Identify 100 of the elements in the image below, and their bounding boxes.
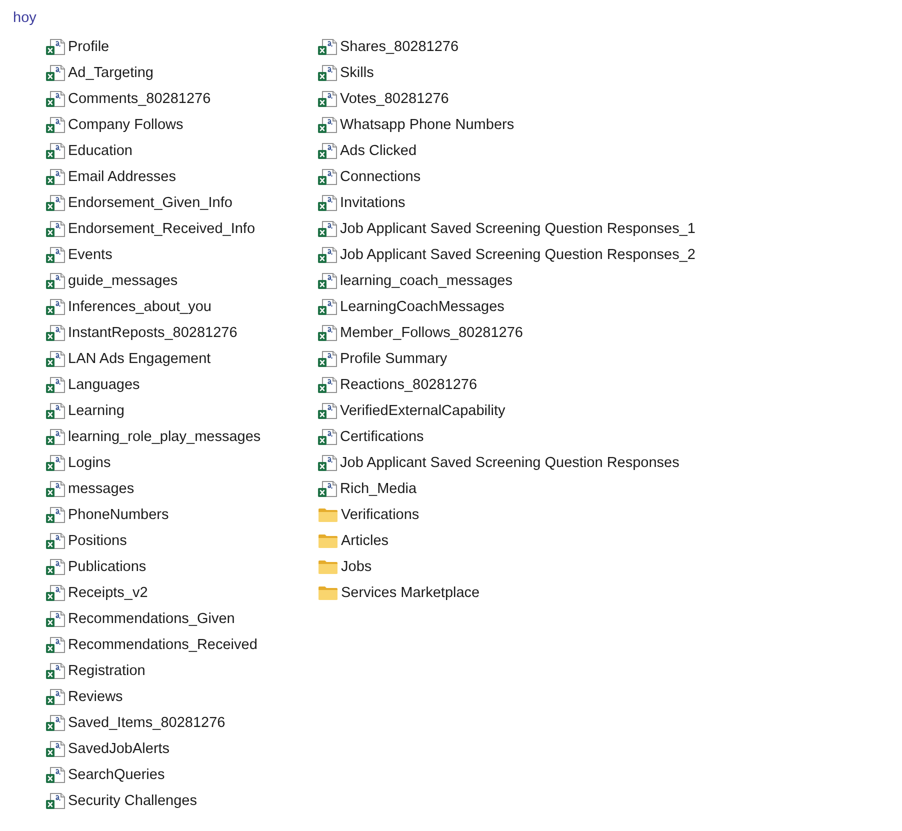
file-item[interactable]: Receipts_v2: [46, 580, 148, 606]
spreadsheet-file-icon: [318, 195, 337, 211]
file-item[interactable]: Profile: [46, 34, 110, 60]
file-item[interactable]: Reviews: [46, 684, 123, 710]
file-item[interactable]: Votes_80281276: [318, 86, 449, 112]
spreadsheet-file-icon: [46, 611, 65, 627]
file-item[interactable]: Job Applicant Saved Screening Question Responses: [318, 450, 680, 476]
spreadsheet-file-icon: [46, 195, 65, 211]
file-item[interactable]: Ad_Targeting: [46, 60, 154, 86]
file-item[interactable]: Reactions_80281276: [318, 372, 478, 398]
spreadsheet-file-icon: [318, 481, 337, 497]
file-item[interactable]: learning_role_play_messages: [46, 424, 261, 450]
folder-item[interactable]: Articles: [318, 528, 389, 554]
spreadsheet-file-icon: [46, 767, 65, 783]
file-item[interactable]: Events: [46, 242, 112, 268]
spreadsheet-file-icon: [46, 637, 65, 653]
spreadsheet-file-icon: [46, 429, 65, 445]
file-item[interactable]: VerifiedExternalCapability: [318, 398, 506, 424]
spreadsheet-file-icon: [46, 559, 65, 575]
spreadsheet-file-icon: [46, 377, 65, 393]
file-item[interactable]: Learning: [46, 398, 124, 424]
file-item[interactable]: Company Follows: [46, 112, 184, 138]
spreadsheet-file-icon: [46, 533, 65, 549]
file-item[interactable]: LAN Ads Engagement: [46, 346, 211, 372]
spreadsheet-file-icon: [318, 247, 337, 263]
spreadsheet-file-icon: [46, 793, 65, 809]
file-item[interactable]: Shares_80281276: [318, 34, 459, 60]
spreadsheet-file-icon: [46, 65, 65, 81]
file-item[interactable]: guide_messages: [46, 268, 178, 294]
spreadsheet-file-icon: [318, 221, 337, 237]
spreadsheet-file-icon: [318, 455, 337, 471]
spreadsheet-file-icon: [46, 143, 65, 159]
spreadsheet-file-icon: [46, 221, 65, 237]
spreadsheet-file-icon: [46, 689, 65, 705]
file-item[interactable]: Email Addresses: [46, 164, 176, 190]
file-item[interactable]: Recommendations_Given: [46, 606, 235, 632]
file-item[interactable]: Endorsement_Received_Info: [46, 216, 256, 242]
file-item[interactable]: Recommendations_Received: [46, 632, 258, 658]
folder-icon: [318, 508, 338, 522]
folder-icon: [318, 586, 338, 600]
spreadsheet-file-icon: [318, 299, 337, 315]
spreadsheet-file-icon: [46, 663, 65, 679]
file-item[interactable]: InstantReposts_80281276: [46, 320, 238, 346]
file-item[interactable]: Education: [46, 138, 132, 164]
spreadsheet-file-icon: [46, 741, 65, 757]
file-item[interactable]: Invitations: [318, 190, 406, 216]
spreadsheet-file-icon: [46, 481, 65, 497]
file-item[interactable]: Certifications: [318, 424, 424, 450]
file-item[interactable]: Comments_80281276: [46, 86, 211, 112]
spreadsheet-file-icon: [318, 403, 337, 419]
file-item[interactable]: Skills: [318, 60, 374, 86]
spreadsheet-file-icon: [318, 169, 337, 185]
spreadsheet-file-icon: [46, 39, 65, 55]
file-item[interactable]: Connections: [318, 164, 421, 190]
file-item[interactable]: SavedJobAlerts: [46, 736, 170, 762]
spreadsheet-file-icon: [46, 117, 65, 133]
file-item[interactable]: Whatsapp Phone Numbers: [318, 112, 514, 138]
spreadsheet-file-icon: [318, 351, 337, 367]
file-item[interactable]: Registration: [46, 658, 146, 684]
file-item[interactable]: Rich_Media: [318, 476, 417, 502]
spreadsheet-file-icon: [46, 169, 65, 185]
spreadsheet-file-icon: [46, 273, 65, 289]
file-item[interactable]: Job Applicant Saved Screening Question Responses_1: [318, 216, 696, 242]
spreadsheet-file-icon: [46, 455, 65, 471]
file-item[interactable]: Ads Clicked: [318, 138, 417, 164]
file-item[interactable]: messages: [46, 476, 134, 502]
file-item[interactable]: Publications: [46, 554, 146, 580]
spreadsheet-file-icon: [46, 715, 65, 731]
file-item[interactable]: SearchQueries: [46, 762, 165, 788]
file-item[interactable]: Inferences_about_you: [46, 294, 212, 320]
spreadsheet-file-icon: [46, 247, 65, 263]
folder-icon: [318, 534, 338, 548]
spreadsheet-file-icon: [46, 299, 65, 315]
file-item[interactable]: Endorsement_Given_Info: [46, 190, 232, 216]
file-item[interactable]: Positions: [46, 528, 127, 554]
spreadsheet-file-icon: [318, 65, 337, 81]
file-item[interactable]: LearningCoachMessages: [318, 294, 504, 320]
file-item[interactable]: Logins: [46, 450, 111, 476]
file-item[interactable]: Job Applicant Saved Screening Question Responses_2: [318, 242, 696, 268]
spreadsheet-file-icon: [46, 325, 65, 341]
group-header[interactable]: hoy: [13, 8, 36, 28]
folder-item[interactable]: Jobs: [318, 554, 372, 580]
spreadsheet-file-icon: [46, 91, 65, 107]
folder-item[interactable]: Verifications: [318, 502, 420, 528]
spreadsheet-file-icon: [46, 403, 65, 419]
spreadsheet-file-icon: [318, 91, 337, 107]
spreadsheet-file-icon: [318, 325, 337, 341]
file-item[interactable]: Saved_Items_80281276: [46, 710, 226, 736]
file-item[interactable]: PhoneNumbers: [46, 502, 169, 528]
file-item[interactable]: Profile Summary: [318, 346, 448, 372]
file-item[interactable]: Member_Follows_80281276: [318, 320, 523, 346]
spreadsheet-file-icon: [318, 117, 337, 133]
file-item[interactable]: Languages: [46, 372, 140, 398]
folder-item[interactable]: Services Marketplace: [318, 580, 480, 606]
file-item[interactable]: learning_coach_messages: [318, 268, 512, 294]
spreadsheet-file-icon: [318, 429, 337, 445]
spreadsheet-file-icon: [46, 585, 65, 601]
spreadsheet-file-icon: [318, 273, 337, 289]
spreadsheet-file-icon: [46, 351, 65, 367]
file-item[interactable]: Security Challenges: [46, 788, 197, 814]
